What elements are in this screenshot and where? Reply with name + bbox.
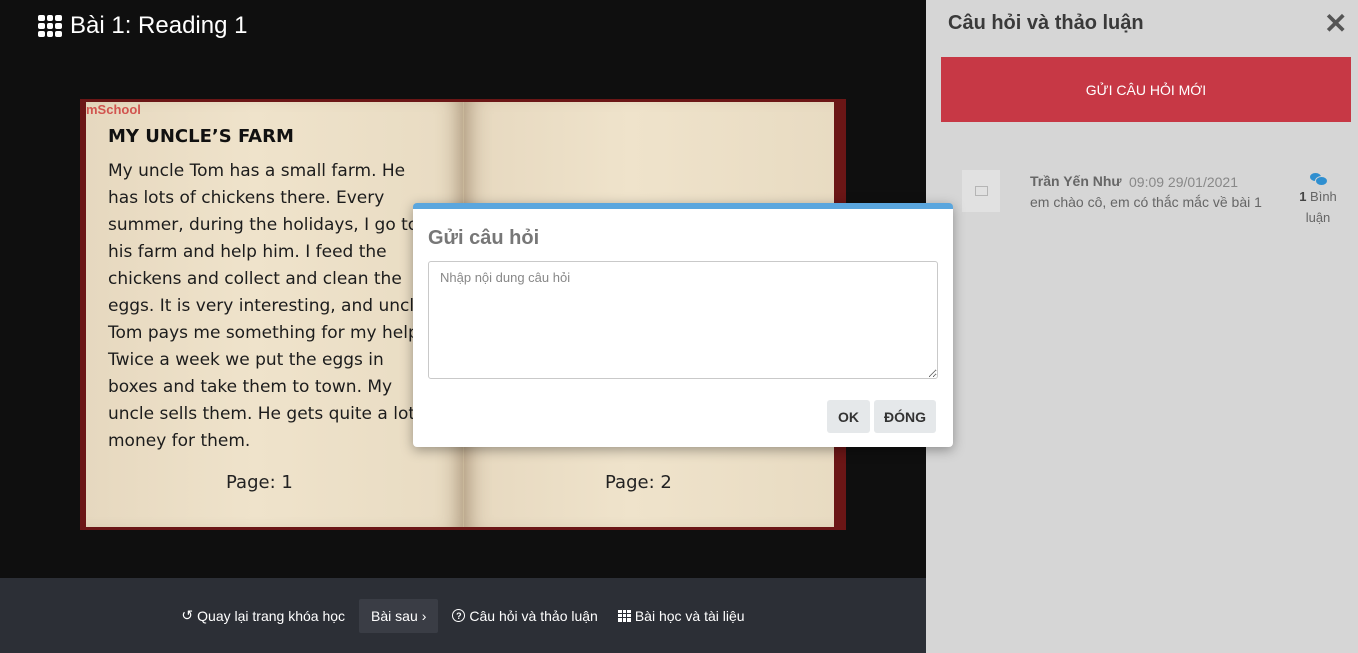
modal-title: Gửi câu hỏi xyxy=(428,227,540,249)
comment-count-number: 1 xyxy=(1299,189,1307,204)
ok-button[interactable]: OK xyxy=(827,400,870,433)
comment-count[interactable]: 1 Bình luận xyxy=(1292,172,1344,228)
back-to-course-label: Quay lại trang khóa học xyxy=(197,607,346,624)
book-page-left[interactable]: MY UNCLE’S FARM My uncle Tom has a small… xyxy=(86,102,464,527)
question-text[interactable]: em chào cô, em có thắc mắc về bài 1 xyxy=(1030,194,1262,210)
question-time: 09:09 29/01/2021 xyxy=(1129,174,1238,190)
question-content-input[interactable] xyxy=(428,261,938,379)
panel-title: Câu hỏi và thảo luận xyxy=(948,12,1144,34)
comment-count-label: Bình luận xyxy=(1305,189,1337,225)
send-question-modal: Gửi câu hỏi OK ĐÓNG xyxy=(413,203,953,447)
question-item[interactable]: Trần Yến Như 09:09 29/01/2021 em chào cô… xyxy=(962,170,1352,240)
comments-icon xyxy=(1310,172,1328,186)
lessons-materials-link[interactable]: Bài học và tài liệu xyxy=(612,600,751,632)
discussion-panel: Câu hỏi và thảo luận ✕ GỬI CÂU HỎI MỚI T… xyxy=(926,0,1358,653)
undo-icon: ↺ xyxy=(181,607,194,623)
lesson-title: Bài 1: Reading 1 xyxy=(38,12,247,40)
grid-icon xyxy=(617,609,631,622)
close-icon[interactable]: ✕ xyxy=(1324,10,1347,38)
mschool-logo: mSchool xyxy=(86,102,141,117)
back-to-course-link[interactable]: ↺ Quay lại trang khóa học xyxy=(175,599,351,632)
bottom-nav-bar: ↺ Quay lại trang khóa học Bài sau › ? Câ… xyxy=(0,578,926,653)
questions-discussion-label: Câu hỏi và thảo luận xyxy=(469,607,598,624)
avatar xyxy=(962,170,1000,212)
questions-discussion-link[interactable]: ? Câu hỏi và thảo luận xyxy=(446,600,603,632)
lesson-title-text: Bài 1: Reading 1 xyxy=(70,12,248,39)
story-text: My uncle Tom has a small farm. He has lo… xyxy=(108,161,437,451)
page-number-right: Page: 2 xyxy=(605,472,672,493)
next-lesson-label: Bài sau xyxy=(371,607,418,624)
chevron-right-icon: › xyxy=(421,607,427,624)
lessons-materials-label: Bài học và tài liệu xyxy=(634,607,745,624)
question-circle-icon: ? xyxy=(452,609,466,622)
close-button[interactable]: ĐÓNG xyxy=(874,400,936,433)
question-author[interactable]: Trần Yến Như xyxy=(1030,173,1122,189)
next-lesson-button[interactable]: Bài sau › xyxy=(359,598,439,633)
send-new-question-button[interactable]: GỬI CÂU HỎI MỚI xyxy=(941,57,1351,122)
image-placeholder-icon xyxy=(974,186,988,196)
story-title: MY UNCLE’S FARM xyxy=(108,126,294,147)
page-number-left: Page: 1 xyxy=(226,472,293,493)
grid-icon xyxy=(38,15,62,37)
